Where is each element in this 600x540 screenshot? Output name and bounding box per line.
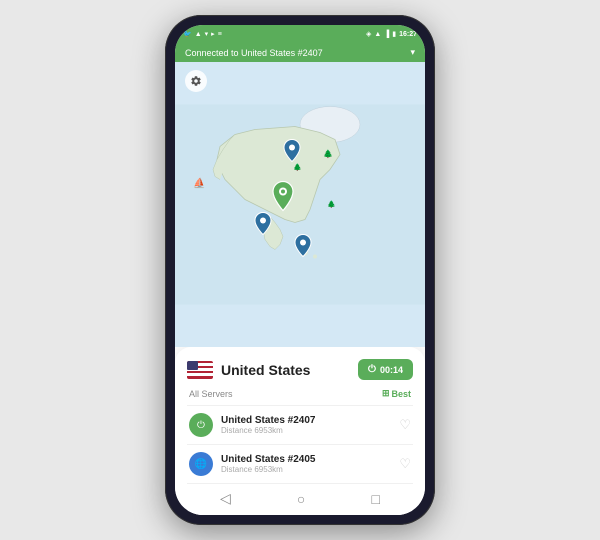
favorite-icon-0[interactable]: ♡	[399, 417, 411, 433]
svg-text:⛵: ⛵	[193, 177, 205, 190]
country-name: United States	[221, 362, 310, 378]
connection-text: Connected to United States #2407	[185, 48, 323, 58]
signal-icon: ▲	[195, 31, 202, 38]
svg-text:🌲: 🌲	[327, 200, 336, 209]
server-dist-0: Distance 6953km	[221, 426, 316, 435]
nav-bar: ◁ ○ □	[187, 483, 413, 515]
wifi-icon: ▾	[205, 30, 209, 38]
filter-row: All Servers ⊞ Best	[187, 388, 413, 399]
bottom-panel: United States ⏻ 00:14 All Servers ⊞ Best	[175, 347, 425, 515]
server-name-1: United States #2405	[221, 454, 316, 465]
server-icon-1: 🌐	[189, 452, 213, 476]
server-item[interactable]: ⏻ United States #2407 Distance 6953km ♡	[187, 405, 413, 444]
best-filter[interactable]: ⊞ Best	[382, 388, 411, 399]
filter-icon: ⊞	[382, 388, 390, 399]
connection-bar[interactable]: Connected to United States #2407 ▾	[175, 43, 425, 62]
server-left-1: 🌐 United States #2405 Distance 6953km	[189, 452, 316, 476]
server-list: ⏻ United States #2407 Distance 6953km ♡ …	[187, 405, 413, 483]
battery-icon: ▮	[392, 30, 396, 38]
data-icon: ◈	[366, 30, 371, 38]
settings-button[interactable]	[185, 70, 207, 92]
all-servers-label: All Servers	[189, 389, 233, 399]
map-svg: ⛵ 🌲 🌲 🌲	[175, 62, 425, 347]
signal2-icon: ▐	[384, 31, 389, 38]
gear-icon	[190, 75, 202, 87]
home-button[interactable]: ○	[297, 491, 305, 507]
vpn-icon: ▸	[211, 30, 215, 38]
recent-button[interactable]: □	[371, 491, 379, 507]
power-icon: ⏻	[368, 364, 376, 375]
server-name-0: United States #2407	[221, 415, 316, 426]
server-icon-0: ⏻	[189, 413, 213, 437]
phone-device: 🐦 ▲ ▾ ▸ ≡ ◈ ▲ ▐ ▮ 16:27 Connected to Uni…	[165, 15, 435, 525]
clock: 16:27	[399, 31, 417, 38]
server-dist-1: Distance 6953km	[221, 465, 316, 474]
back-button[interactable]: ◁	[220, 490, 231, 507]
map-area: ⛵ 🌲 🌲 🌲	[175, 62, 425, 347]
svg-text:🌲: 🌲	[293, 163, 302, 172]
connect-timer: 00:14	[380, 365, 403, 375]
chevron-down-icon: ▾	[410, 47, 415, 58]
status-icons-left: 🐦 ▲ ▾ ▸ ≡	[183, 30, 222, 38]
server-info-1: United States #2405 Distance 6953km	[221, 454, 316, 474]
country-info: United States	[187, 361, 310, 379]
us-flag	[187, 361, 213, 379]
connect-button[interactable]: ⏻ 00:14	[358, 359, 413, 380]
menu-icon: ≡	[218, 31, 222, 38]
status-bar: 🐦 ▲ ▾ ▸ ≡ ◈ ▲ ▐ ▮ 16:27	[175, 25, 425, 43]
server-left-0: ⏻ United States #2407 Distance 6953km	[189, 413, 316, 437]
country-header: United States ⏻ 00:14	[187, 359, 413, 380]
twitter-icon: 🐦	[183, 30, 192, 38]
svg-text:🌲: 🌲	[323, 149, 333, 159]
wifi2-icon: ▲	[374, 31, 381, 38]
phone-screen: 🐦 ▲ ▾ ▸ ≡ ◈ ▲ ▐ ▮ 16:27 Connected to Uni…	[175, 25, 425, 515]
favorite-icon-1[interactable]: ♡	[399, 456, 411, 472]
server-info-0: United States #2407 Distance 6953km	[221, 415, 316, 435]
status-icons-right: ◈ ▲ ▐ ▮ 16:27	[366, 30, 417, 38]
server-item-1[interactable]: 🌐 United States #2405 Distance 6953km ♡	[187, 444, 413, 483]
